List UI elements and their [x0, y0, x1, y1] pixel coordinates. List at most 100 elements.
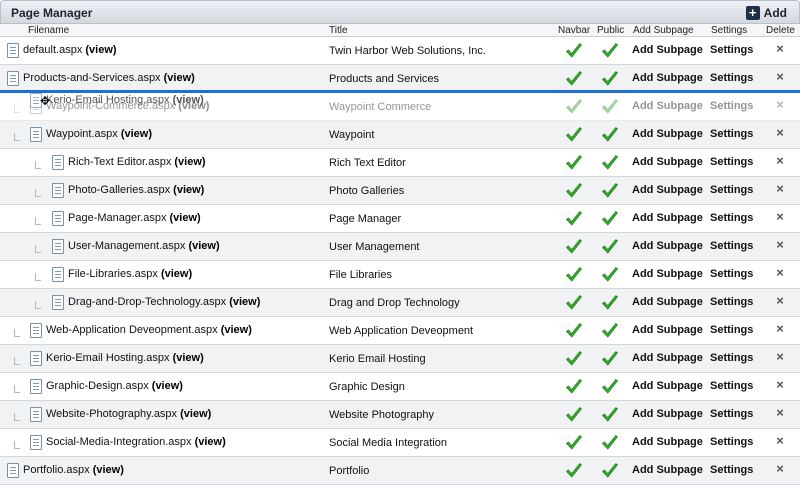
settings-button[interactable]: Settings — [710, 100, 753, 112]
delete-icon[interactable]: × — [774, 322, 786, 335]
navbar-check-icon[interactable] — [565, 434, 583, 452]
add-subpage-button[interactable]: Add Subpage — [632, 100, 703, 112]
navbar-check-icon[interactable] — [565, 406, 583, 424]
add-page-button[interactable]: + Add — [745, 5, 787, 21]
page-row[interactable]: Products-and-Services.aspx (view) Product… — [0, 65, 800, 93]
delete-icon[interactable]: × — [774, 238, 786, 251]
navbar-check-icon[interactable] — [565, 294, 583, 312]
view-link[interactable]: (view) — [93, 464, 124, 476]
delete-icon[interactable]: × — [774, 378, 786, 391]
page-row[interactable]: Drag-and-Drop-Technology.aspx (view) Drag… — [0, 289, 800, 317]
settings-button[interactable]: Settings — [710, 44, 753, 56]
settings-button[interactable]: Settings — [710, 352, 753, 364]
settings-button[interactable]: Settings — [710, 296, 753, 308]
add-subpage-button[interactable]: Add Subpage — [632, 184, 703, 196]
view-link[interactable]: (view) — [161, 268, 192, 280]
delete-icon[interactable]: × — [774, 462, 786, 475]
navbar-check-icon[interactable] — [565, 98, 583, 116]
view-link[interactable]: (view) — [229, 296, 260, 308]
public-check-icon[interactable] — [601, 210, 619, 228]
settings-button[interactable]: Settings — [710, 212, 753, 224]
add-subpage-button[interactable]: Add Subpage — [632, 436, 703, 448]
view-link[interactable]: (view) — [173, 352, 204, 364]
delete-icon[interactable]: × — [774, 294, 786, 307]
navbar-check-icon[interactable] — [565, 462, 583, 480]
public-check-icon[interactable] — [601, 154, 619, 172]
page-row[interactable]: Website-Photography.aspx (view) Website P… — [0, 401, 800, 429]
delete-icon[interactable]: × — [774, 266, 786, 279]
delete-icon[interactable]: × — [774, 42, 786, 55]
settings-button[interactable]: Settings — [710, 240, 753, 252]
add-subpage-button[interactable]: Add Subpage — [632, 352, 703, 364]
view-link[interactable]: (view) — [121, 128, 152, 140]
page-row[interactable]: Portfolio.aspx (view) Portfolio Add Subpag… — [0, 457, 800, 485]
page-row[interactable]: Page-Manager.aspx (view) Page Manager Add … — [0, 205, 800, 233]
view-link[interactable]: (view) — [174, 156, 205, 168]
navbar-check-icon[interactable] — [565, 70, 583, 88]
view-link[interactable]: (view) — [164, 72, 195, 84]
page-row[interactable]: Social-Media-Integration.aspx (view) Soci… — [0, 429, 800, 457]
page-row[interactable]: Graphic-Design.aspx (view) Graphic Design… — [0, 373, 800, 401]
add-subpage-button[interactable]: Add Subpage — [632, 128, 703, 140]
public-check-icon[interactable] — [601, 126, 619, 144]
view-link[interactable]: (view) — [188, 240, 219, 252]
settings-button[interactable]: Settings — [710, 268, 753, 280]
public-check-icon[interactable] — [601, 462, 619, 480]
navbar-check-icon[interactable] — [565, 126, 583, 144]
delete-icon[interactable]: × — [774, 182, 786, 195]
page-row[interactable]: File-Libraries.aspx (view) File Libraries… — [0, 261, 800, 289]
settings-button[interactable]: Settings — [710, 380, 753, 392]
settings-button[interactable]: Settings — [710, 324, 753, 336]
view-link[interactable]: (view) — [173, 184, 204, 196]
delete-icon[interactable]: × — [774, 126, 786, 139]
navbar-check-icon[interactable] — [565, 322, 583, 340]
add-subpage-button[interactable]: Add Subpage — [632, 212, 703, 224]
view-link[interactable]: (view) — [170, 212, 201, 224]
public-check-icon[interactable] — [601, 434, 619, 452]
view-link[interactable]: (view) — [221, 324, 252, 336]
public-check-icon[interactable] — [601, 350, 619, 368]
delete-icon[interactable]: × — [774, 350, 786, 363]
public-check-icon[interactable] — [601, 182, 619, 200]
delete-icon[interactable]: × — [774, 70, 786, 83]
add-subpage-button[interactable]: Add Subpage — [632, 44, 703, 56]
public-check-icon[interactable] — [601, 406, 619, 424]
public-check-icon[interactable] — [601, 238, 619, 256]
delete-icon[interactable]: × — [774, 210, 786, 223]
delete-icon[interactable]: × — [774, 434, 786, 447]
page-row[interactable]: Kerio-Email Hosting.aspx (view) Kerio Ema… — [0, 345, 800, 373]
navbar-check-icon[interactable] — [565, 210, 583, 228]
public-check-icon[interactable] — [601, 70, 619, 88]
settings-button[interactable]: Settings — [710, 464, 753, 476]
page-row[interactable]: Web-Application Deveopment.aspx (view) We… — [0, 317, 800, 345]
navbar-check-icon[interactable] — [565, 266, 583, 284]
add-subpage-button[interactable]: Add Subpage — [632, 380, 703, 392]
delete-icon[interactable]: × — [774, 98, 786, 111]
view-link[interactable]: (view) — [195, 436, 226, 448]
settings-button[interactable]: Settings — [710, 184, 753, 196]
add-subpage-button[interactable]: Add Subpage — [632, 296, 703, 308]
add-subpage-button[interactable]: Add Subpage — [632, 408, 703, 420]
navbar-check-icon[interactable] — [565, 154, 583, 172]
delete-icon[interactable]: × — [774, 154, 786, 167]
public-check-icon[interactable] — [601, 294, 619, 312]
page-row[interactable]: Rich-Text Editor.aspx (view) Rich Text Ed… — [0, 149, 800, 177]
view-link[interactable]: (view) — [180, 408, 211, 420]
navbar-check-icon[interactable] — [565, 350, 583, 368]
add-subpage-button[interactable]: Add Subpage — [632, 156, 703, 168]
settings-button[interactable]: Settings — [710, 408, 753, 420]
add-subpage-button[interactable]: Add Subpage — [632, 240, 703, 252]
navbar-check-icon[interactable] — [565, 42, 583, 60]
settings-button[interactable]: Settings — [710, 72, 753, 84]
page-row[interactable]: Waypoint.aspx (view) Waypoint Add Subpage S… — [0, 121, 800, 149]
public-check-icon[interactable] — [601, 42, 619, 60]
add-subpage-button[interactable]: Add Subpage — [632, 324, 703, 336]
view-link[interactable]: (view) — [152, 380, 183, 392]
public-check-icon[interactable] — [601, 322, 619, 340]
public-check-icon[interactable] — [601, 266, 619, 284]
add-subpage-button[interactable]: Add Subpage — [632, 268, 703, 280]
navbar-check-icon[interactable] — [565, 238, 583, 256]
add-subpage-button[interactable]: Add Subpage — [632, 464, 703, 476]
page-row[interactable]: default.aspx (view) Twin Harbor Web Solut… — [0, 37, 800, 65]
public-check-icon[interactable] — [601, 98, 619, 116]
